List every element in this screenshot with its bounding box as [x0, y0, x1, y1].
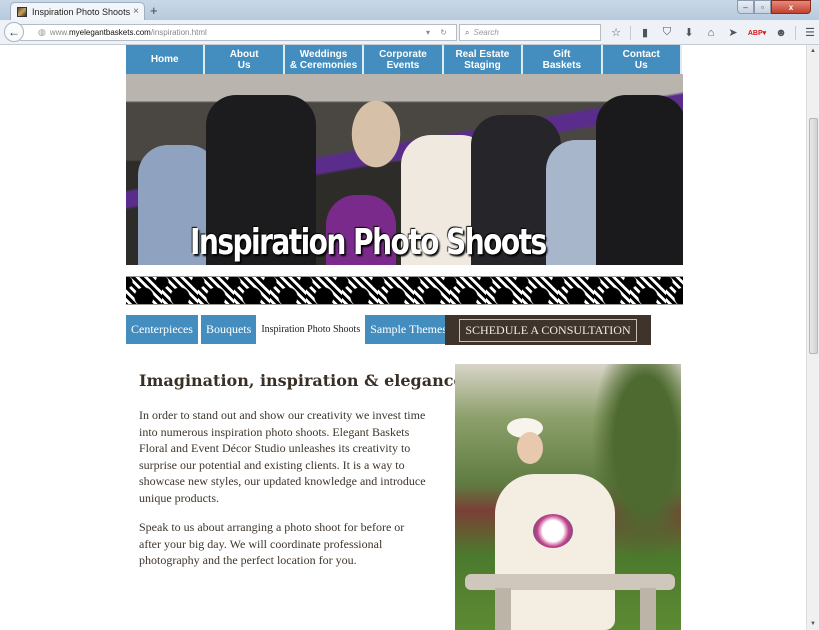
photo-bench-leg — [640, 588, 656, 630]
browser-titlebar: Inspiration Photo Shoots × + – ▫ x — [0, 0, 819, 20]
url-path: /inspiration.html — [150, 28, 207, 37]
url-prefix: www. — [49, 28, 69, 37]
nav-home[interactable]: Home — [126, 45, 206, 74]
search-icon: ⌕ — [465, 27, 470, 37]
nav-weddings-ceremonies[interactable]: Weddings & Ceremonies — [284, 45, 365, 74]
download-icon[interactable]: ⬇ — [678, 26, 700, 39]
photo-dress — [495, 474, 615, 630]
intro-paragraph: In order to stand out and show our creat… — [139, 408, 426, 505]
site-favicon-icon — [17, 6, 27, 17]
back-arrow-icon: ← — [8, 25, 20, 39]
chat-icon[interactable]: ☻ — [770, 27, 792, 39]
scroll-down-arrow-icon[interactable]: ▼ — [810, 621, 816, 627]
photo-bench-leg — [495, 588, 511, 630]
search-placeholder: Search — [473, 28, 499, 37]
subnav-centerpieces[interactable]: Centerpieces — [126, 315, 198, 344]
send-icon[interactable]: ➤ — [722, 26, 744, 39]
menu-icon[interactable]: ☰ — [799, 26, 819, 39]
new-tab-button[interactable]: + — [150, 3, 158, 18]
scroll-up-arrow-icon[interactable]: ▲ — [810, 48, 816, 54]
nav-real-estate-staging[interactable]: Real Estate Staging — [443, 45, 524, 74]
home-icon[interactable]: ⌂ — [700, 27, 722, 39]
browser-navbar: ◍ www. myelegantbaskets.com /inspiration… — [0, 20, 819, 45]
url-bar[interactable]: ◍ www. myelegantbaskets.com /inspiration… — [20, 24, 457, 41]
reload-icon[interactable]: ▾ ↻ — [426, 28, 451, 37]
contact-paragraph: Speak to us about arranging a photo shoo… — [139, 520, 405, 568]
restore-button[interactable]: ▫ — [754, 0, 771, 14]
close-window-button[interactable]: x — [771, 0, 811, 14]
hero-banner-image: Inspiration Photo Shoots — [126, 74, 683, 265]
subnav-bouquets[interactable]: Bouquets — [200, 315, 257, 344]
nav-gift-baskets[interactable]: Gift Baskets — [523, 45, 603, 74]
pocket-icon[interactable]: ⛉ — [656, 26, 678, 39]
subnav-inspiration-photo-shoots[interactable]: Inspiration Photo Shoots — [259, 315, 362, 344]
search-input[interactable]: ⌕ Search — [459, 24, 601, 41]
nav-about-us[interactable]: About Us — [205, 45, 285, 74]
schedule-consultation-button[interactable]: SCHEDULE A CONSULTATION — [459, 318, 637, 342]
adblock-icon[interactable]: ABP▾ — [744, 29, 770, 37]
nav-corporate-events[interactable]: Corporate Events — [364, 45, 444, 74]
bookmark-star-icon[interactable]: ☆ — [605, 26, 627, 39]
url-domain: myelegantbaskets.com — [68, 28, 151, 37]
page-heading: Imagination, inspiration & elegance — [139, 371, 464, 390]
window-controls: – ▫ x — [737, 0, 811, 14]
hero-figure — [596, 95, 683, 265]
toolbar-separator — [795, 25, 796, 40]
hero-title: Inspiration Photo Shoots — [190, 222, 547, 263]
back-button[interactable]: ← — [4, 22, 24, 42]
subnav-sample-themes[interactable]: Sample Themes — [365, 315, 452, 344]
photo-bouquet — [533, 514, 573, 548]
page-viewport: Home About Us Weddings & Ceremonies Corp… — [0, 45, 806, 630]
sub-nav: Centerpieces Bouquets Inspiration Photo … — [126, 315, 455, 344]
consultation-banner: SCHEDULE A CONSULTATION — [445, 315, 651, 345]
toolbar-separator — [630, 25, 631, 40]
browser-tab[interactable]: Inspiration Photo Shoots × — [10, 2, 145, 20]
photo-head — [517, 432, 543, 464]
tab-close-icon[interactable]: × — [133, 6, 139, 17]
damask-divider — [126, 276, 683, 305]
toolbar-icons: ☆ ▮ ⛉ ⬇ ⌂ ➤ ABP▾ ☻ ☰ — [605, 24, 819, 41]
globe-icon: ◍ — [38, 27, 46, 37]
clipboard-icon[interactable]: ▮ — [634, 26, 656, 39]
tab-title: Inspiration Photo Shoots — [32, 6, 131, 17]
main-nav: Home About Us Weddings & Ceremonies Corp… — [126, 45, 682, 74]
bride-photo — [455, 364, 681, 630]
scroll-thumb[interactable] — [809, 118, 818, 354]
nav-contact-us[interactable]: Contact Us — [602, 45, 682, 74]
minimize-button[interactable]: – — [737, 0, 754, 14]
vertical-scrollbar[interactable]: ▲ ▼ — [806, 45, 819, 630]
